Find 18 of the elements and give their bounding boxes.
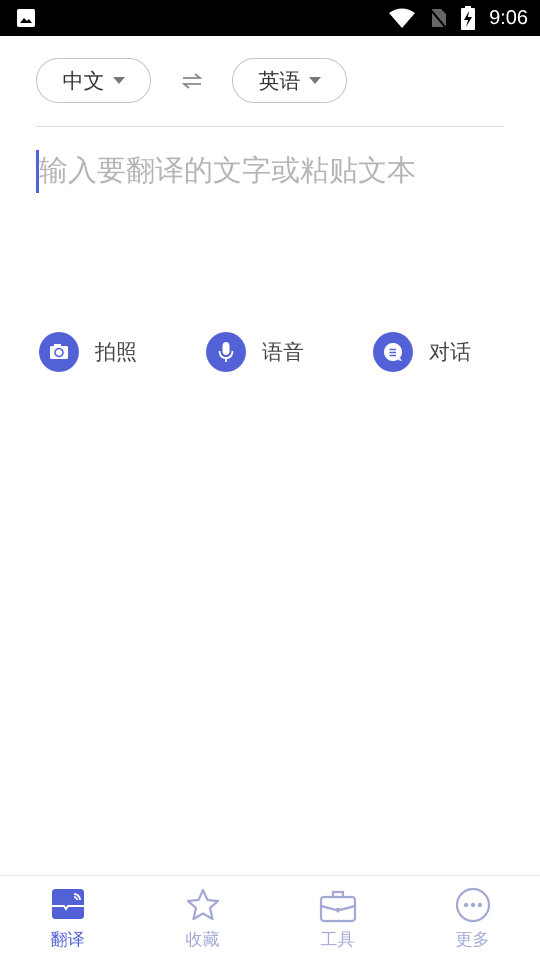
- action-button[interactable]: 对话: [373, 332, 540, 372]
- battery-charging-icon: [461, 6, 476, 30]
- microphone-icon: [206, 332, 246, 372]
- text-cursor: [36, 150, 39, 193]
- image-icon: [16, 8, 36, 28]
- language-selector[interactable]: 中文: [36, 58, 151, 103]
- dropdown-caret-icon: [112, 77, 124, 84]
- action-button[interactable]: 拍照: [39, 332, 206, 372]
- swap-arrows-icon: [182, 72, 202, 88]
- camera-icon: [39, 332, 79, 372]
- action-button[interactable]: 语音: [206, 332, 373, 372]
- dropdown-caret-icon: [308, 77, 320, 84]
- language-selector[interactable]: 英语: [232, 58, 347, 103]
- nav-tab[interactable]: 翻译: [0, 876, 135, 960]
- status-time: 9:06: [489, 6, 528, 30]
- no-sim-icon: [429, 7, 448, 29]
- wifi-icon: [389, 8, 416, 28]
- chat-bubble-icon: [373, 332, 413, 372]
